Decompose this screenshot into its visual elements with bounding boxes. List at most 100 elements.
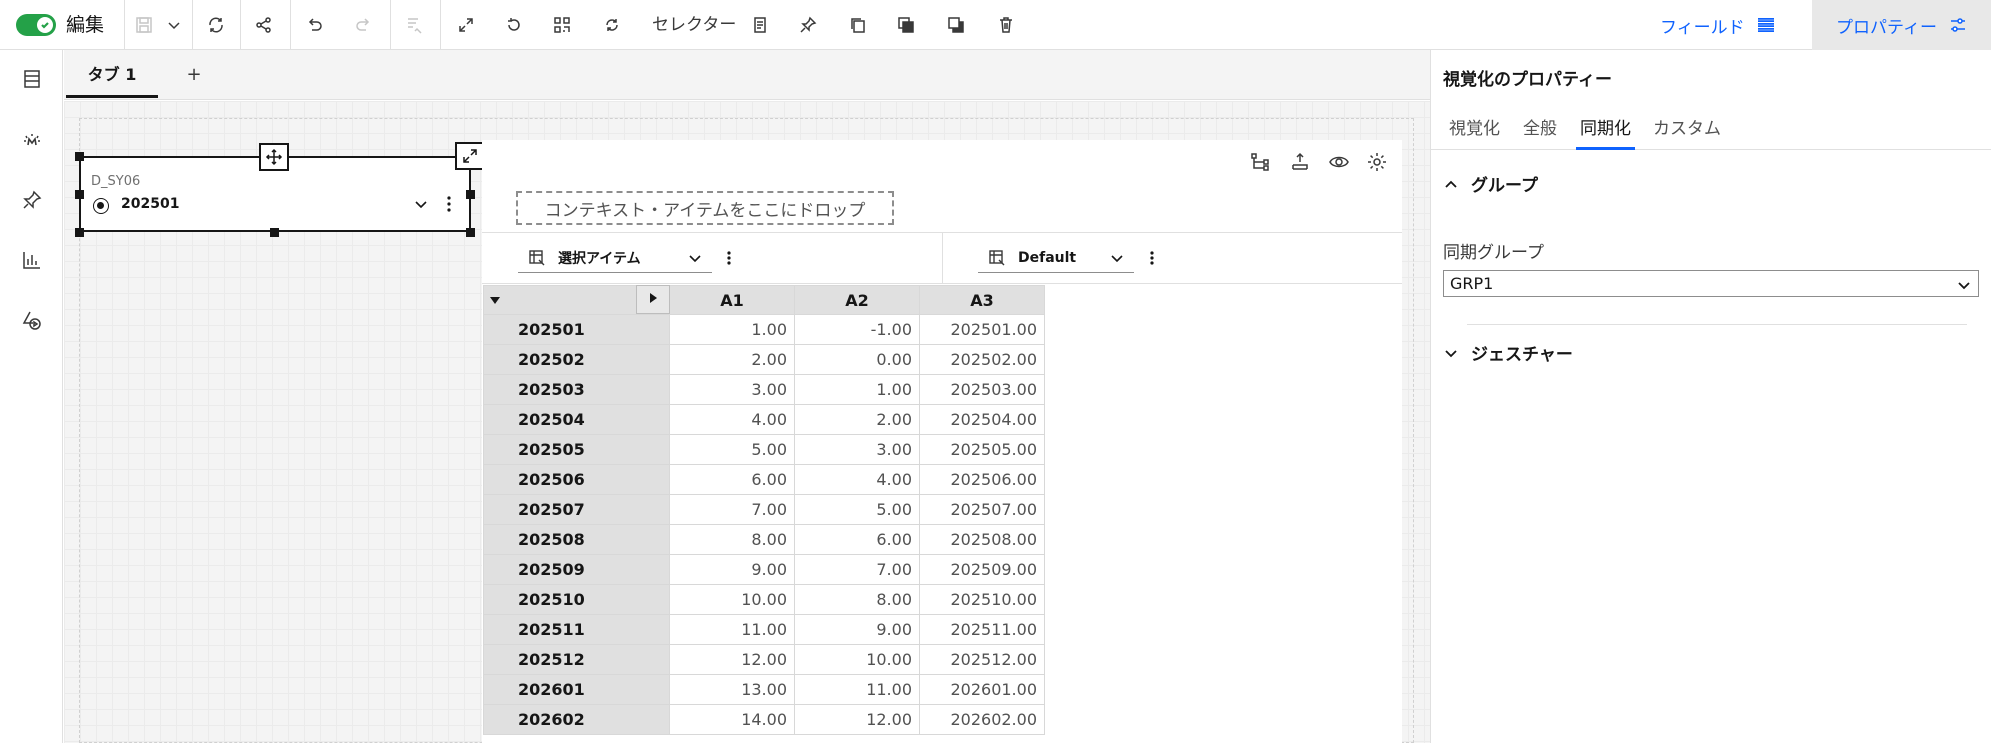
resize-handle[interactable] [75,190,84,199]
data-cell[interactable]: 202601.00 [919,674,1045,705]
data-cell[interactable]: 1.00 [794,374,920,405]
settings-button[interactable] [1365,150,1389,174]
row-header[interactable]: 202506 [483,464,670,495]
edit-mode-toggle[interactable] [16,14,56,36]
refresh-button[interactable] [200,0,232,50]
collapse-rows-icon[interactable] [490,297,500,304]
resize-handle[interactable] [466,190,475,199]
data-cell[interactable]: 8.00 [669,524,795,555]
row-header[interactable]: 202501 [483,314,670,345]
row-edge-select[interactable]: 選択アイテム [518,243,712,273]
column-edge-more-button[interactable] [1143,249,1161,267]
undo-button[interactable] [298,0,330,50]
selector-label[interactable]: セレクター [652,0,736,50]
column-header[interactable]: A1 [669,285,795,315]
row-header[interactable]: 202502 [483,344,670,375]
pin-button[interactable] [792,0,824,50]
data-cell[interactable]: 9.00 [669,554,795,585]
resize-handle[interactable] [270,228,279,237]
data-cell[interactable]: 4.00 [669,404,795,435]
delete-button[interactable] [990,0,1022,50]
row-header[interactable]: 202507 [483,494,670,525]
data-cell[interactable]: 5.00 [669,434,795,465]
filter-dropdown-button[interactable] [411,194,431,214]
row-header[interactable]: 202505 [483,434,670,465]
data-cell[interactable]: 10.00 [794,644,920,675]
column-header[interactable]: A2 [794,285,920,315]
data-cell[interactable]: 202509.00 [919,554,1045,585]
filter-more-button[interactable] [439,194,459,214]
data-cell[interactable]: 202504.00 [919,404,1045,435]
data-cell[interactable]: 202507.00 [919,494,1045,525]
row-header[interactable]: 202511 [483,614,670,645]
group-section-toggle[interactable]: グループ [1443,171,1538,196]
data-cell[interactable]: 202511.00 [919,614,1045,645]
selector-button[interactable] [744,0,776,50]
fields-button[interactable]: フィールド [1660,0,1791,50]
pins-button[interactable] [0,174,63,226]
data-cell[interactable]: 202512.00 [919,644,1045,675]
widgets-button[interactable] [0,294,63,346]
data-cell[interactable]: 1.00 [669,314,795,345]
data-cell[interactable]: 11.00 [794,674,920,705]
data-cell[interactable]: 9.00 [794,614,920,645]
reset-button[interactable] [498,0,530,50]
tab-1[interactable]: タブ 1 [66,50,158,98]
properties-button[interactable]: プロパティー [1812,0,1991,50]
data-cell[interactable]: 4.00 [794,464,920,495]
row-header[interactable]: 202512 [483,644,670,675]
data-cell[interactable]: 202506.00 [919,464,1045,495]
data-cell[interactable]: 3.00 [669,374,795,405]
redo-button[interactable] [348,0,380,50]
data-cell[interactable]: 202505.00 [919,434,1045,465]
export-button[interactable] [1288,150,1312,174]
row-header[interactable]: 202503 [483,374,670,405]
data-cell[interactable]: 10.00 [669,584,795,615]
data-cell[interactable]: 6.00 [669,464,795,495]
data-cell[interactable]: 202508.00 [919,524,1045,555]
tab-general[interactable]: 全般 [1523,114,1557,150]
resize-handle[interactable] [75,228,84,237]
tab-visualization[interactable]: 視覚化 [1449,114,1500,150]
data-cell[interactable]: 11.00 [669,614,795,645]
expand-button[interactable] [450,0,482,50]
context-drop-zone[interactable]: コンテキスト・アイテムをここにドロップ [516,191,894,225]
column-edge-select[interactable]: Default [978,243,1134,273]
save-menu-button[interactable] [160,0,188,50]
data-cell[interactable]: 8.00 [794,584,920,615]
tab-custom[interactable]: カスタム [1653,114,1721,150]
data-cell[interactable]: 14.00 [669,704,795,735]
format-button[interactable] [398,0,430,50]
row-header[interactable]: 202509 [483,554,670,585]
view-button[interactable] [1327,150,1351,174]
data-cell[interactable]: 3.00 [794,434,920,465]
data-cell[interactable]: 2.00 [669,344,795,375]
resize-handle[interactable] [466,228,475,237]
move-handle[interactable] [259,143,289,171]
data-cell[interactable]: 12.00 [794,704,920,735]
row-header[interactable]: 202504 [483,404,670,435]
data-cell[interactable]: 6.00 [794,524,920,555]
column-header[interactable]: A3 [919,285,1045,315]
data-cell[interactable]: 202510.00 [919,584,1045,615]
data-cell[interactable]: -1.00 [794,314,920,345]
data-cell[interactable]: 12.00 [669,644,795,675]
tab-synchronization[interactable]: 同期化 [1576,114,1635,150]
maximize-widget-button[interactable] [455,142,485,170]
data-cell[interactable]: 202602.00 [919,704,1045,735]
data-cell[interactable]: 0.00 [794,344,920,375]
data-cell[interactable]: 7.00 [669,494,795,525]
data-sources-button[interactable] [0,53,63,105]
row-edge-more-button[interactable] [720,249,738,267]
qr-code-button[interactable] [546,0,578,50]
data-cell[interactable]: 13.00 [669,674,795,705]
resize-handle[interactable] [75,152,84,161]
copy-button[interactable] [842,0,874,50]
bring-forward-button[interactable] [890,0,922,50]
add-tab-button[interactable]: + [174,50,214,98]
send-backward-button[interactable] [940,0,972,50]
row-header[interactable]: 202601 [483,674,670,705]
data-cell[interactable]: 2.00 [794,404,920,435]
row-header[interactable]: 202602 [483,704,670,735]
expand-columns-button[interactable] [636,285,670,314]
